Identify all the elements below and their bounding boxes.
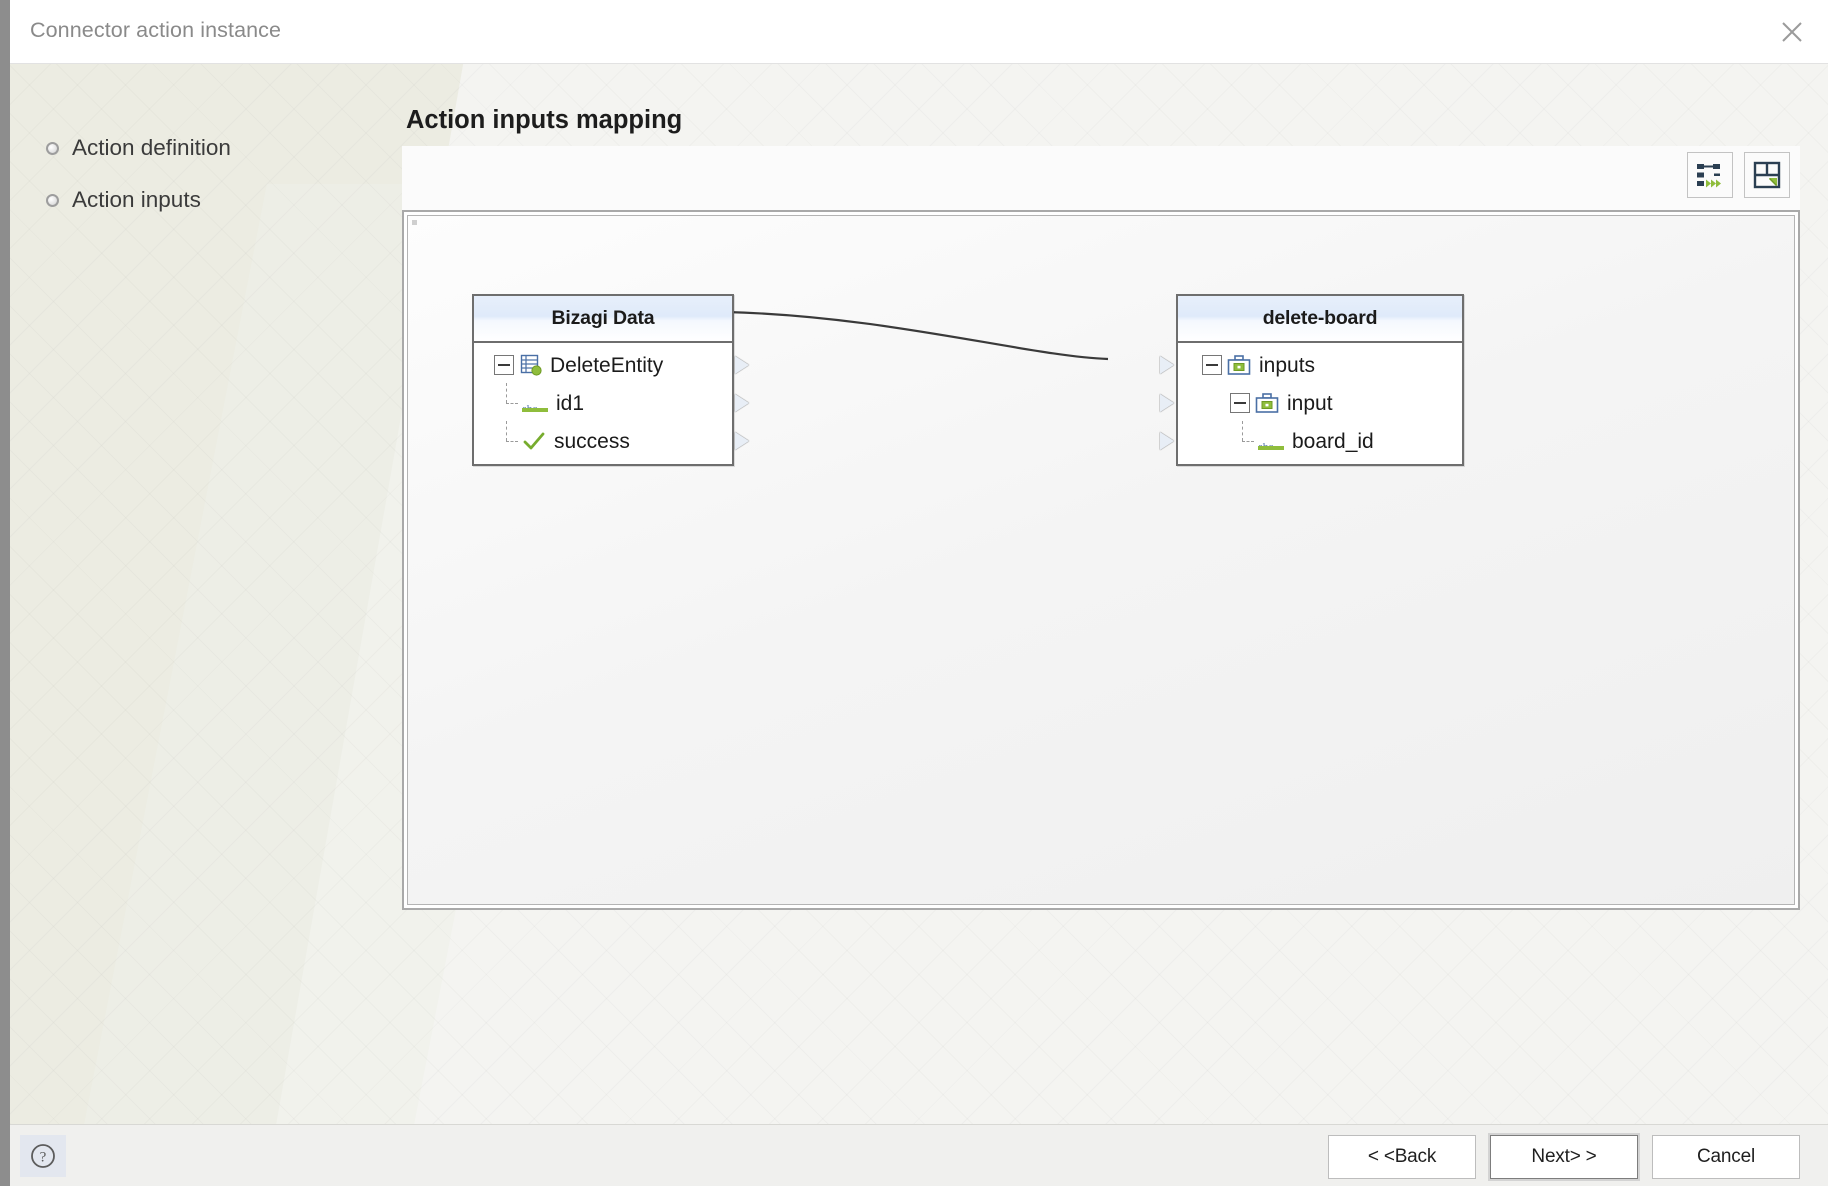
close-button[interactable] [1756,0,1828,63]
collapse-minus-icon[interactable] [494,355,514,375]
close-icon [1782,21,1802,42]
tree-connector [502,421,522,451]
tree-row-success[interactable]: success [474,421,749,460]
toolbar-button-group [1687,152,1790,198]
back-button[interactable]: < <Back [1328,1135,1476,1179]
tree-row-id1[interactable]: abc id1 [474,383,749,422]
help-button[interactable]: ? [20,1135,66,1177]
sidebar-item-label: Action definition [72,135,231,160]
briefcase-icon [1227,354,1251,375]
canvas-origin-marker [412,220,417,225]
tree-row-delete-entity[interactable]: DeleteEntity [474,346,749,384]
fit-layout-button[interactable] [1744,152,1790,198]
title-bar: Connector action instance [10,0,1828,64]
input-port-input[interactable] [1160,394,1174,412]
input-port-board-id[interactable] [1160,432,1174,450]
sidebar-item-action-inputs[interactable]: Action inputs [46,174,346,226]
tree-row-label: input [1287,391,1333,415]
output-port-id1[interactable] [735,394,749,412]
entity-table-icon [520,354,542,376]
sidebar-item-label: Action inputs [72,187,201,212]
wizard-button-group: < <Back Next> > Cancel [1328,1133,1800,1181]
fit-layout-icon [1753,161,1781,189]
main-content: Action inputs mapping Bizagi Data Delete… [346,64,1828,1124]
sidebar-item-action-definition[interactable]: Action definition [46,122,346,174]
auto-map-button[interactable] [1687,152,1733,198]
tree-row-label: id1 [556,391,585,415]
green-check-icon [523,432,545,450]
svg-text:?: ? [40,1150,47,1166]
target-node-delete-board[interactable]: delete-board inputs input board_id [1160,294,1464,466]
radio-bullet-icon [46,193,59,207]
tree-row-inputs[interactable]: inputs [1160,346,1462,384]
mapping-canvas[interactable]: Bizagi Data DeleteEntity id1 success del… [407,215,1795,905]
mapping-toolbar [402,146,1800,210]
source-node-title: Bizagi Data [474,296,732,343]
help-question-icon: ? [31,1144,55,1168]
abc-string-icon: abc [522,394,548,415]
auto-map-icon [1697,164,1721,188]
dialog-footer: ? < <Back Next> > Cancel [10,1124,1828,1186]
output-port-delete-entity[interactable] [735,356,749,374]
connector-action-dialog: Connector action instance Action definit… [0,0,1828,1186]
cancel-button[interactable]: Cancel [1652,1135,1800,1179]
tree-row-input[interactable]: input [1160,384,1462,422]
tree-row-label: DeleteEntity [550,353,664,377]
tree-connector [502,383,522,413]
input-port-inputs[interactable] [1160,356,1174,374]
briefcase-icon [1255,392,1279,413]
output-port-success[interactable] [735,432,749,450]
tree-row-label: success [554,429,630,453]
tree-row-label: board_id [1292,429,1374,453]
source-node-bizagi-data[interactable]: Bizagi Data DeleteEntity id1 success [472,294,749,466]
link-id1-to-board-id [725,310,1109,361]
radio-bullet-icon [46,141,59,155]
wizard-step-nav: Action definition Action inputs [46,122,346,226]
next-button[interactable]: Next> > [1488,1133,1640,1181]
collapse-minus-icon[interactable] [1202,355,1222,375]
collapse-minus-icon[interactable] [1230,393,1250,413]
mapping-canvas-frame: Bizagi Data DeleteEntity id1 success del… [402,210,1800,910]
target-node-title: delete-board [1178,296,1462,343]
dialog-body: Action definition Action inputs Action i… [10,64,1828,1124]
tree-row-board-id[interactable]: abc board_id [1160,421,1462,460]
target-node-rows: inputs input board_id [1160,343,1462,464]
window-title: Connector action instance [30,18,282,42]
abc-string-icon: abc [1258,432,1284,453]
tree-connector [1238,421,1258,451]
page-title: Action inputs mapping [406,106,683,134]
tree-row-label: inputs [1259,353,1316,377]
source-node-rows: DeleteEntity abc id1 [474,343,749,464]
